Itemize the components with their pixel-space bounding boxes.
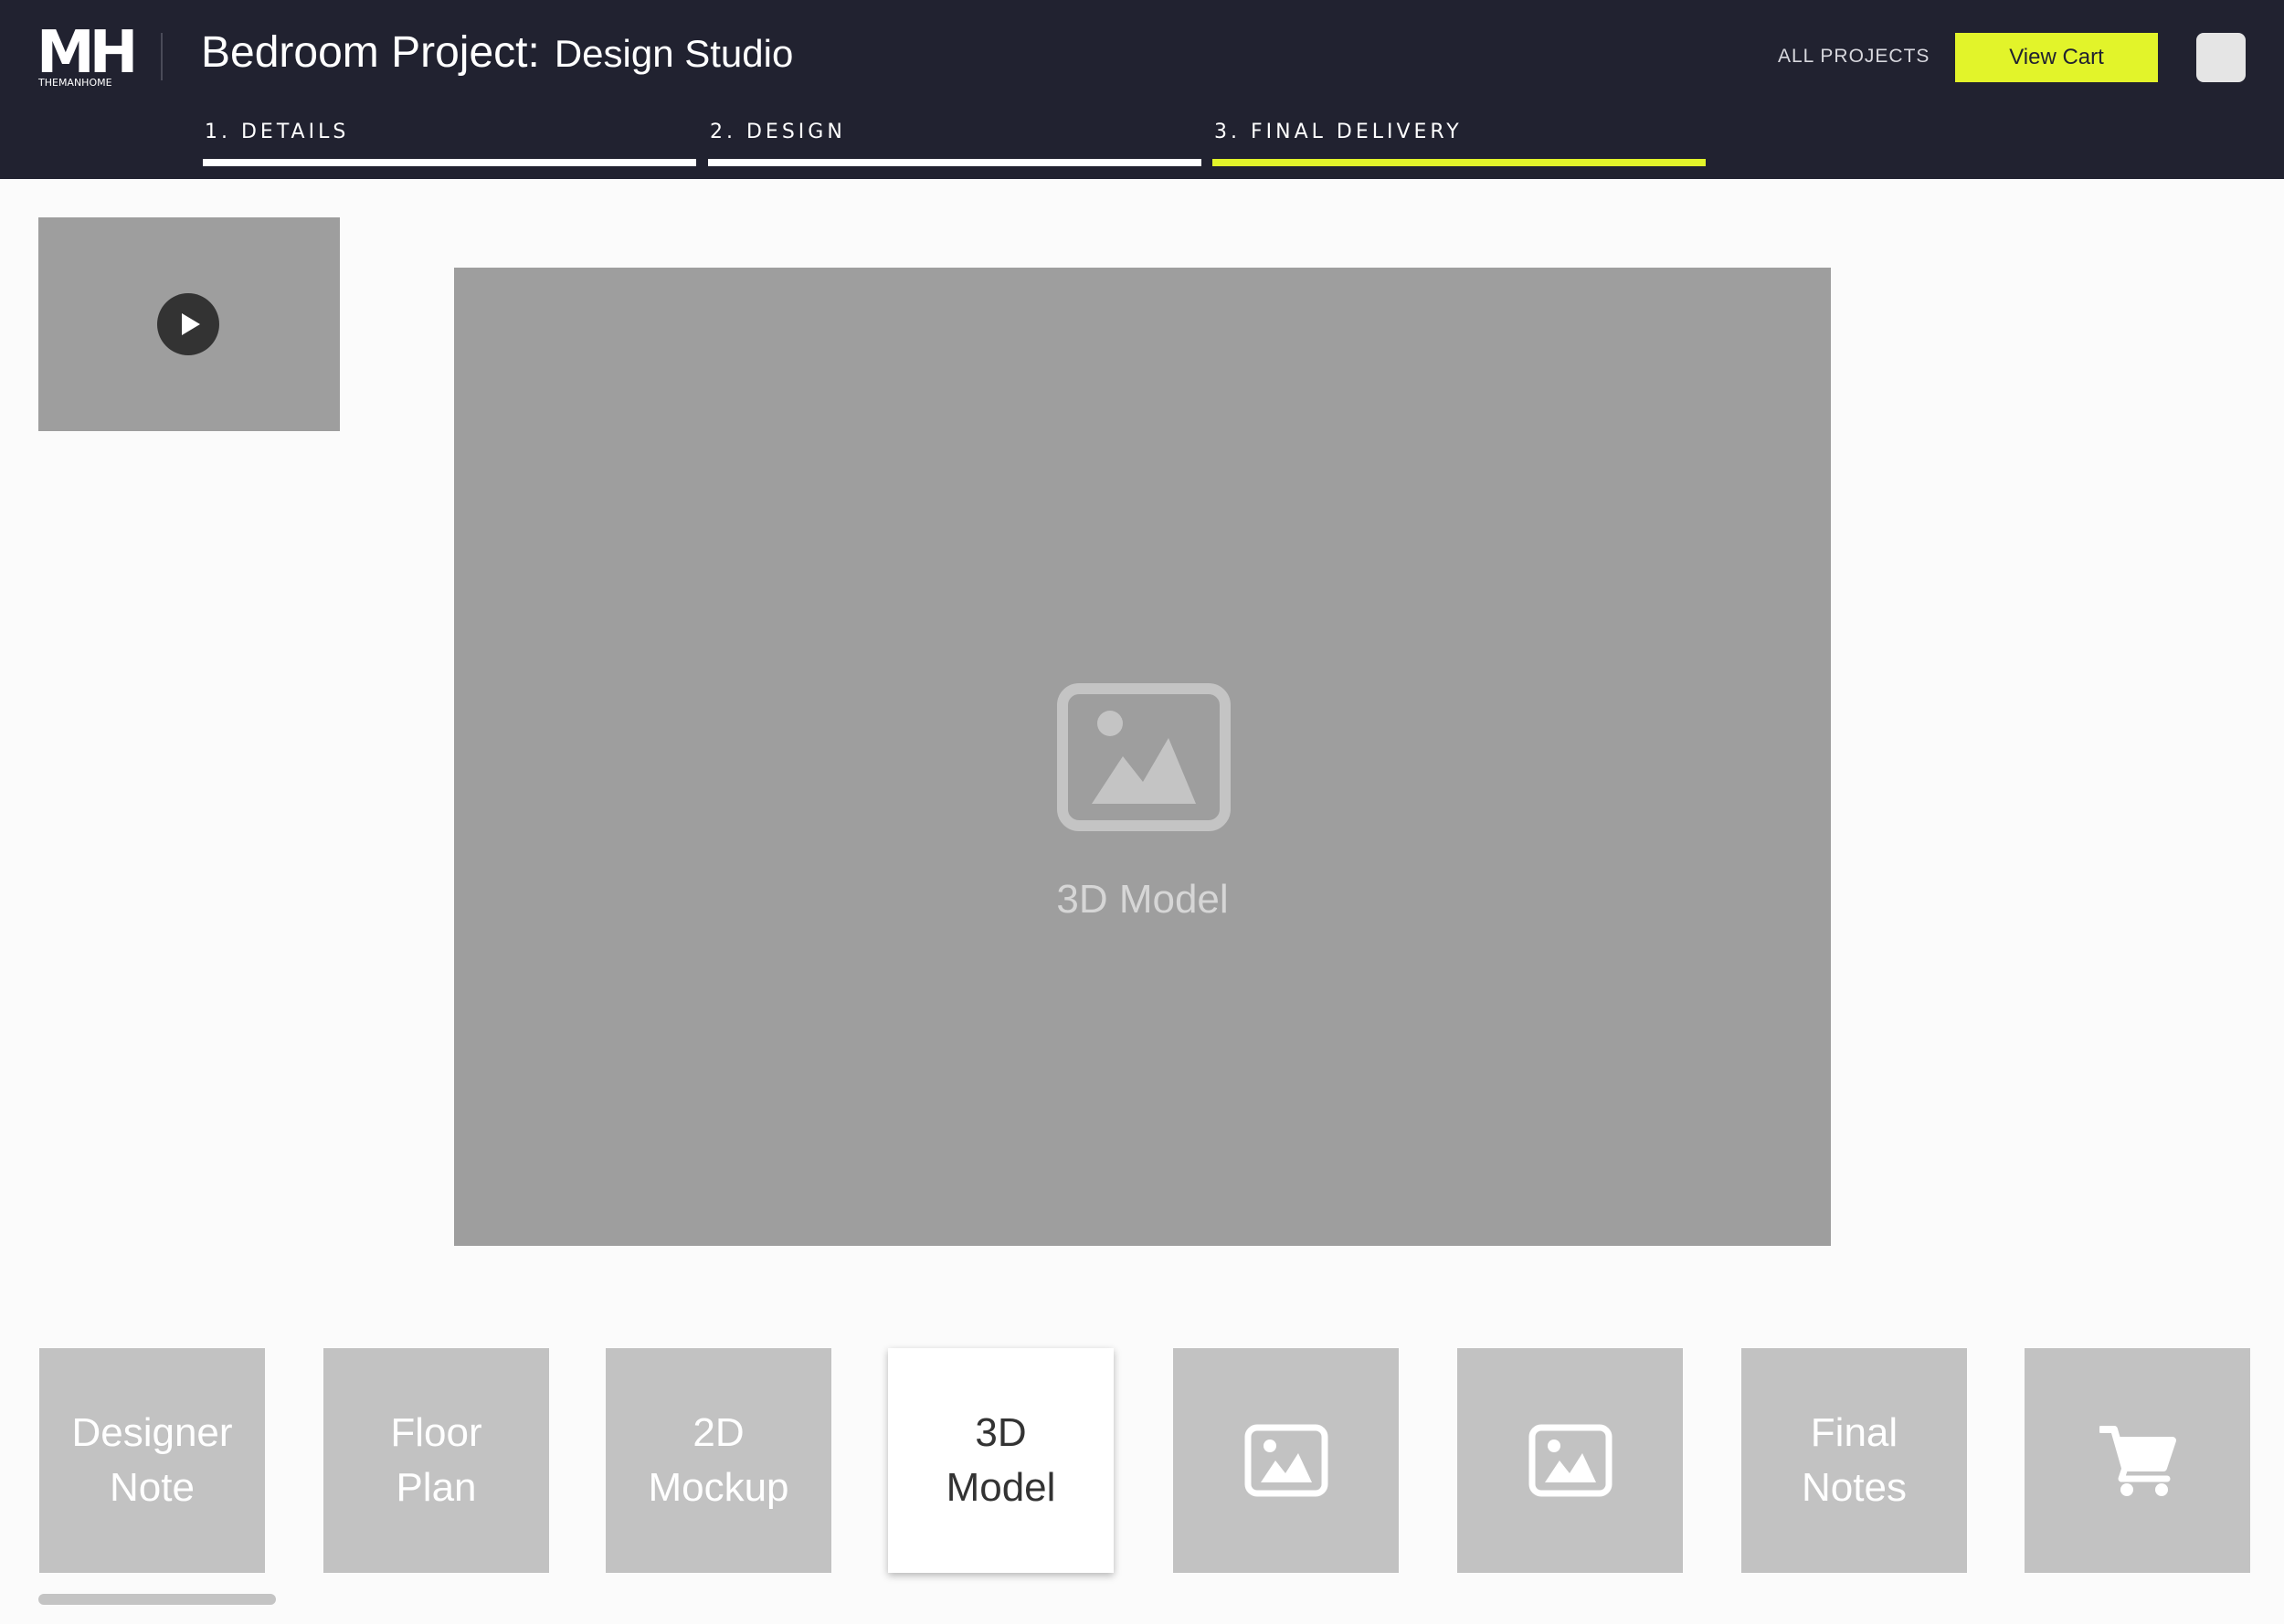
step-label: 2. DESIGN	[710, 121, 846, 143]
step-design[interactable]: 2. DESIGN	[708, 121, 1201, 170]
tile-designer-note[interactable]: Designer Note	[39, 1348, 265, 1573]
tile-image-1[interactable]	[1173, 1348, 1399, 1573]
tile-floor-plan[interactable]: Floor Plan	[323, 1348, 549, 1573]
tile-label: Designer Note	[71, 1410, 233, 1510]
project-title: Bedroom Project:	[201, 28, 540, 77]
tile-final-notes[interactable]: Final Notes	[1741, 1348, 1967, 1573]
step-details[interactable]: 1. DETAILS	[203, 121, 696, 170]
project-subtitle: Design Studio	[554, 32, 794, 75]
tile-label: Floor Plan	[390, 1410, 482, 1510]
tile-cart[interactable]	[2025, 1348, 2250, 1573]
tile-3d-model[interactable]: 3D Model	[888, 1348, 1114, 1573]
step-progress-bar	[708, 159, 1201, 166]
logo-mark: MH	[37, 19, 138, 87]
image-icon	[1528, 1424, 1612, 1497]
step-label: 3. FINAL DELIVERY	[1214, 121, 1463, 143]
preview-label: 3D Model	[1056, 877, 1229, 922]
view-cart-button[interactable]: View Cart	[1955, 33, 2158, 82]
cart-icon	[2099, 1426, 2176, 1496]
tile-2d-mockup[interactable]: 2D Mockup	[606, 1348, 831, 1573]
step-label: 1. DETAILS	[205, 121, 350, 143]
horizontal-scrollbar[interactable]	[38, 1594, 276, 1605]
image-icon	[1057, 683, 1231, 831]
tile-label: 2D Mockup	[648, 1410, 789, 1510]
step-final-delivery[interactable]: 3. FINAL DELIVERY	[1212, 121, 1706, 170]
step-progress-bar	[1212, 159, 1706, 166]
all-projects-link[interactable]: ALL PROJECTS	[1778, 46, 1930, 68]
step-progress-bar	[203, 159, 696, 166]
play-icon	[182, 313, 200, 335]
video-thumbnail[interactable]	[38, 217, 340, 431]
header-divider	[161, 33, 163, 80]
logo-wordmark: THEMANHOME	[38, 77, 112, 89]
main-preview: 3D Model	[454, 268, 1831, 1246]
avatar[interactable]	[2196, 33, 2246, 82]
top-header: MH THEMANHOME Bedroom Project: Design Stu…	[0, 0, 2284, 179]
tile-image-2[interactable]	[1457, 1348, 1683, 1573]
page-title: Bedroom Project: Design Studio	[201, 27, 793, 78]
brand-logo[interactable]: MH THEMANHOME	[37, 24, 138, 89]
tile-label: 3D Model	[946, 1410, 1056, 1510]
play-button[interactable]	[157, 293, 219, 355]
tile-label: Final Notes	[1802, 1410, 1907, 1510]
image-icon	[1244, 1424, 1327, 1497]
